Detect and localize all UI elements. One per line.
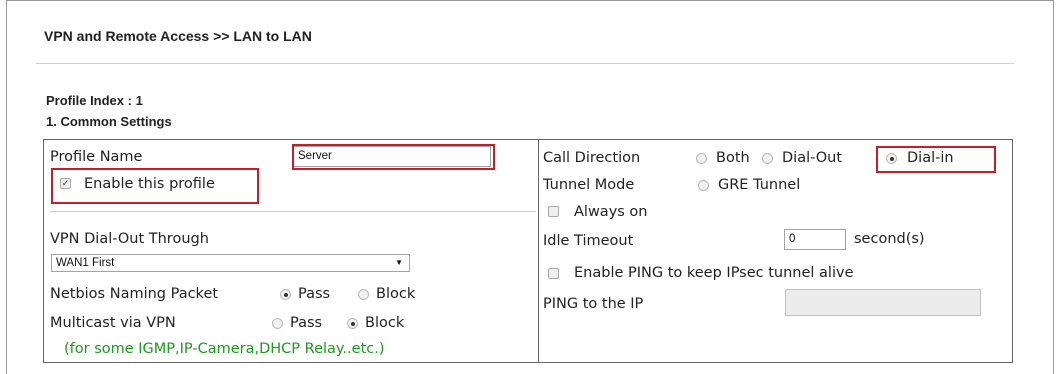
netbios-pass-label: Pass [298,286,331,302]
call-direction-label: Call Direction [543,150,641,166]
idle-timeout-label: Idle Timeout [543,233,634,249]
idle-timeout-input[interactable]: 0 [784,229,846,250]
tunnel-mode-label: Tunnel Mode [543,177,635,193]
left-row-separator [50,211,536,212]
page-title: VPN and Remote Access >> LAN to LAN [44,28,312,44]
gre-tunnel-radio[interactable] [698,180,709,191]
enable-ping-label: Enable PING to keep IPsec tunnel alive [574,265,854,281]
multicast-label: Multicast via VPN [50,315,176,331]
netbios-label: Netbios Naming Packet [50,286,219,302]
title-separator [36,63,1014,64]
dialin-highlight [876,146,996,173]
dialout-through-label: VPN Dial-Out Through [50,231,209,247]
section-title: 1. Common Settings [46,114,172,129]
column-divider [538,140,539,362]
call-direction-dialout-label: Dial-Out [782,150,843,166]
window-frame-top [6,0,1054,1]
multicast-note: (for some IGMP,IP-Camera,DHCP Relay..etc… [64,341,385,357]
netbios-block-radio[interactable] [358,289,369,300]
dialout-through-select[interactable]: WAN1 First ▼ [51,254,410,272]
profile-name-label: Profile Name [50,149,143,165]
common-settings-table: Profile Name Server ✓ Enable this profil… [43,139,1013,363]
enable-ping-checkbox[interactable] [548,268,559,279]
enable-profile-highlight [51,168,259,204]
multicast-block-radio[interactable] [347,318,358,329]
call-direction-both-radio[interactable] [696,153,707,164]
ping-ip-label: PING to the IP [543,296,644,312]
profile-name-highlight [292,144,495,170]
ping-ip-input[interactable] [785,289,981,316]
profile-index: Profile Index : 1 [46,93,143,108]
idle-timeout-unit: second(s) [854,231,925,247]
window-frame-right [1053,0,1054,374]
multicast-block-label: Block [365,315,405,331]
call-direction-dialout-radio[interactable] [762,153,773,164]
multicast-pass-label: Pass [290,315,323,331]
gre-tunnel-label: GRE Tunnel [718,177,801,193]
always-on-label: Always on [574,204,648,220]
chevron-down-icon: ▼ [395,258,403,267]
dialout-through-value: WAN1 First [56,257,115,269]
multicast-pass-radio[interactable] [272,318,283,329]
call-direction-both-label: Both [716,150,750,166]
netbios-pass-radio[interactable] [280,289,291,300]
always-on-checkbox[interactable] [548,206,559,217]
window-frame-left [6,0,7,374]
netbios-block-label: Block [376,286,416,302]
